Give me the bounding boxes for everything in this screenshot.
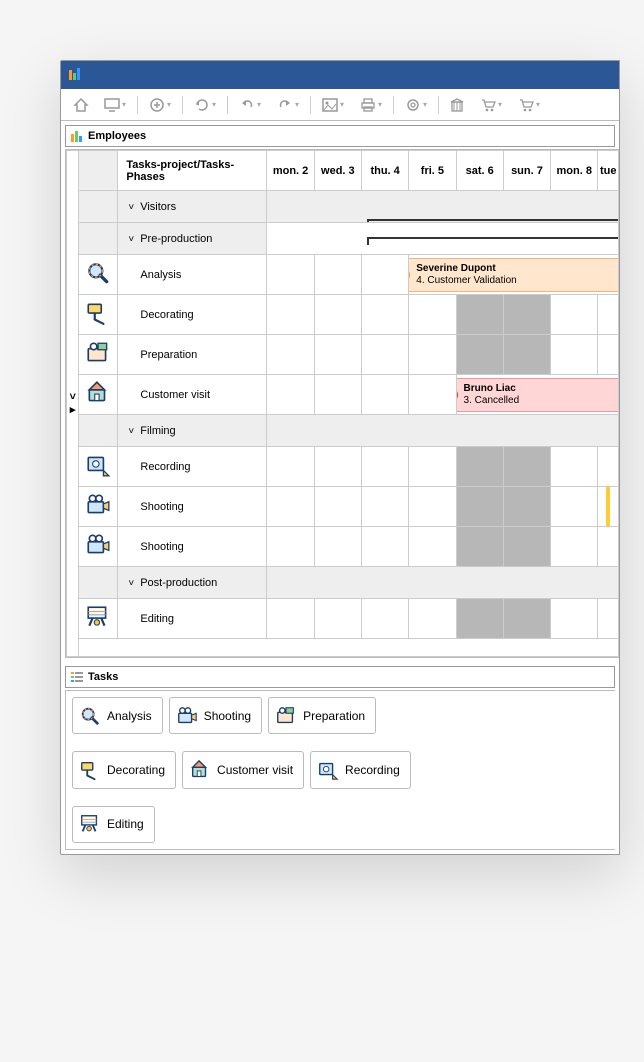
list-icon	[70, 670, 84, 684]
toolbar: ▾ ▾ ▾ ▾ ▾ ▾ ▾ ▾ ▾ ▾	[61, 89, 619, 121]
row-shooting2[interactable]: Shooting	[118, 527, 267, 567]
tasks-chip-area: Analysis Shooting Preparation Decorating…	[65, 690, 615, 850]
day-header[interactable]: fri. 5	[409, 151, 456, 191]
row-icon-preparation	[79, 335, 118, 375]
chip-analysis[interactable]: Analysis	[72, 697, 163, 734]
group-postprod[interactable]: ˅Post-production	[118, 567, 267, 599]
row-shooting1[interactable]: Shooting	[118, 487, 267, 527]
row-icon-recording	[79, 447, 118, 487]
bars-icon	[70, 129, 84, 143]
app-icon	[67, 67, 83, 83]
home-button[interactable]	[67, 93, 95, 117]
event-bruno[interactable]: Bruno Liac3. Cancelled	[456, 378, 618, 412]
row-icon-shooting2	[79, 527, 118, 567]
day-header[interactable]: wed. 3	[314, 151, 361, 191]
day-header[interactable]: mon. 2	[267, 151, 314, 191]
settings-button[interactable]: ▾	[398, 93, 434, 117]
print-button[interactable]: ▾	[353, 93, 389, 117]
group-visitors[interactable]: ˅Visitors	[118, 191, 267, 223]
employees-panel-header: Employees	[65, 125, 615, 147]
chip-preparation[interactable]: Preparation	[268, 697, 376, 734]
refresh-button[interactable]: ▾	[187, 93, 223, 117]
event-severine[interactable]: Severine Dupont4. Customer Validation	[409, 258, 619, 292]
row-analysis[interactable]: Analysis	[118, 255, 267, 295]
day-header[interactable]: thu. 4	[361, 151, 408, 191]
chip-editing[interactable]: Editing	[72, 806, 155, 843]
chip-recording[interactable]: Recording	[310, 751, 411, 788]
row-icon-editing	[79, 599, 118, 639]
gantt-grid: ˅▸ Tasks-project/Tasks-Phases mon. 2 wed…	[65, 149, 619, 658]
day-header[interactable]: sun. 7	[503, 151, 550, 191]
tasks-panel-header: Tasks	[65, 666, 615, 688]
redo-button[interactable]: ▾	[270, 93, 306, 117]
screen-button[interactable]: ▾	[97, 93, 133, 117]
app-window: ▾ ▾ ▾ ▾ ▾ ▾ ▾ ▾ ▾ ▾ Employees ˅▸ Tasks-p…	[60, 60, 620, 855]
column-header-tasks[interactable]: Tasks-project/Tasks-Phases	[118, 151, 267, 191]
row-icon-customer	[79, 375, 118, 415]
day-header[interactable]: sat. 6	[456, 151, 503, 191]
day-header[interactable]: mon. 8	[551, 151, 598, 191]
day-header[interactable]: tue	[598, 151, 619, 191]
chip-customer-visit[interactable]: Customer visit	[182, 751, 304, 788]
group-preprod[interactable]: ˅Pre-production	[118, 223, 267, 255]
status-dot-red	[456, 388, 458, 402]
titlebar	[61, 61, 619, 89]
chip-decorating[interactable]: Decorating	[72, 751, 176, 788]
chip-shooting[interactable]: Shooting	[169, 697, 262, 734]
row-customer-visit[interactable]: Customer visit	[118, 375, 267, 415]
image-button[interactable]: ▾	[315, 93, 351, 117]
row-recording[interactable]: Recording	[118, 447, 267, 487]
add-button[interactable]: ▾	[142, 93, 178, 117]
collapse-handle[interactable]: ˅▸	[67, 151, 79, 657]
status-dot-orange	[409, 268, 411, 282]
row-icon-analysis	[79, 255, 118, 295]
row-icon-shooting1	[79, 487, 118, 527]
building-button[interactable]	[443, 93, 471, 117]
undo-button[interactable]: ▾	[232, 93, 268, 117]
row-preparation[interactable]: Preparation	[118, 335, 267, 375]
row-icon-decorating	[79, 295, 118, 335]
tasks-label: Tasks	[88, 671, 118, 683]
employees-label: Employees	[88, 130, 146, 142]
cart2-button[interactable]: ▾	[511, 93, 547, 117]
cart1-button[interactable]: ▾	[473, 93, 509, 117]
row-editing[interactable]: Editing	[118, 599, 267, 639]
row-decorating[interactable]: Decorating	[118, 295, 267, 335]
group-filming[interactable]: ˅Filming	[118, 415, 267, 447]
